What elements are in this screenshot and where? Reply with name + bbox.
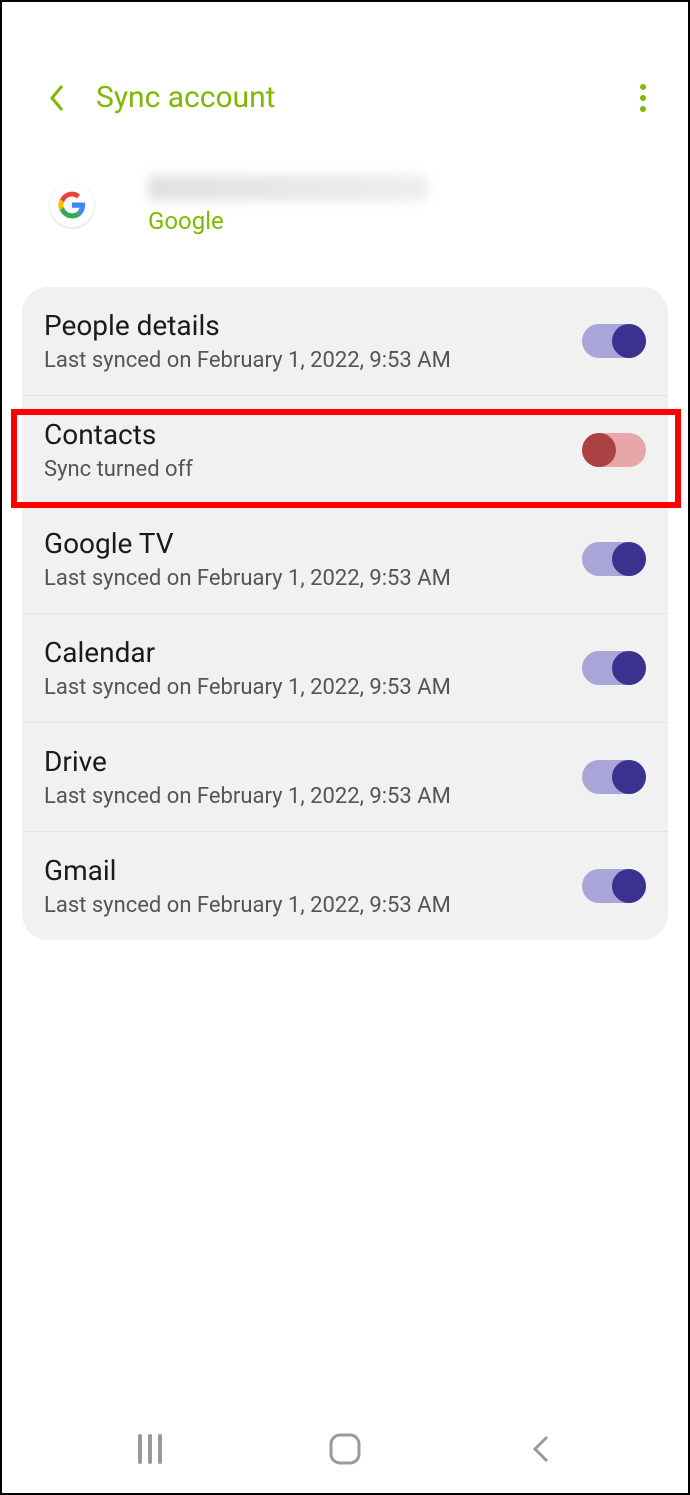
chevron-left-icon [48, 84, 66, 112]
sync-toggle-people-details[interactable] [582, 324, 646, 358]
sync-toggle-calendar[interactable] [582, 651, 646, 685]
sync-item-title: Drive [44, 745, 582, 778]
overflow-menu-button[interactable] [628, 83, 658, 113]
recents-icon [138, 1434, 162, 1464]
nav-home-button[interactable] [320, 1429, 370, 1469]
sync-item-subtitle: Last synced on February 1, 2022, 9:53 AM [44, 566, 582, 591]
sync-item-title: Google TV [44, 527, 582, 560]
google-logo-icon [50, 183, 94, 227]
sync-toggle-google-tv[interactable] [582, 542, 646, 576]
sync-item-subtitle: Last synced on February 1, 2022, 9:53 AM [44, 893, 582, 918]
back-button[interactable] [42, 83, 72, 113]
home-icon [327, 1431, 363, 1467]
sync-item-subtitle: Sync turned off [44, 457, 582, 482]
sync-item-title: Calendar [44, 636, 582, 669]
sync-item-people-details[interactable]: People details Last synced on February 1… [22, 287, 668, 395]
sync-item-calendar[interactable]: Calendar Last synced on February 1, 2022… [22, 613, 668, 722]
sync-item-contacts[interactable]: Contacts Sync turned off [22, 395, 668, 504]
sync-item-subtitle: Last synced on February 1, 2022, 9:53 AM [44, 675, 582, 700]
nav-recents-button[interactable] [125, 1429, 175, 1469]
sync-toggle-gmail[interactable] [582, 869, 646, 903]
sync-item-title: Gmail [44, 854, 582, 887]
nav-back-button[interactable] [515, 1429, 565, 1469]
sync-item-google-tv[interactable]: Google TV Last synced on February 1, 202… [22, 504, 668, 613]
system-navbar [2, 1415, 688, 1493]
account-info: Google [148, 175, 428, 235]
sync-toggle-drive[interactable] [582, 760, 646, 794]
page-title: Sync account [96, 80, 275, 115]
account-section: Google [2, 145, 688, 275]
sync-item-gmail[interactable]: Gmail Last synced on February 1, 2022, 9… [22, 831, 668, 940]
app-header: Sync account [2, 2, 688, 145]
sync-item-subtitle: Last synced on February 1, 2022, 9:53 AM [44, 348, 582, 373]
chevron-left-icon [529, 1433, 551, 1465]
more-vert-icon [640, 84, 646, 90]
sync-item-title: Contacts [44, 418, 582, 451]
account-provider: Google [148, 207, 428, 235]
account-email-redacted [148, 175, 428, 201]
sync-item-subtitle: Last synced on February 1, 2022, 9:53 AM [44, 784, 582, 809]
sync-toggle-contacts[interactable] [582, 433, 646, 467]
sync-items-panel: People details Last synced on February 1… [22, 287, 668, 940]
sync-item-drive[interactable]: Drive Last synced on February 1, 2022, 9… [22, 722, 668, 831]
sync-item-title: People details [44, 309, 582, 342]
